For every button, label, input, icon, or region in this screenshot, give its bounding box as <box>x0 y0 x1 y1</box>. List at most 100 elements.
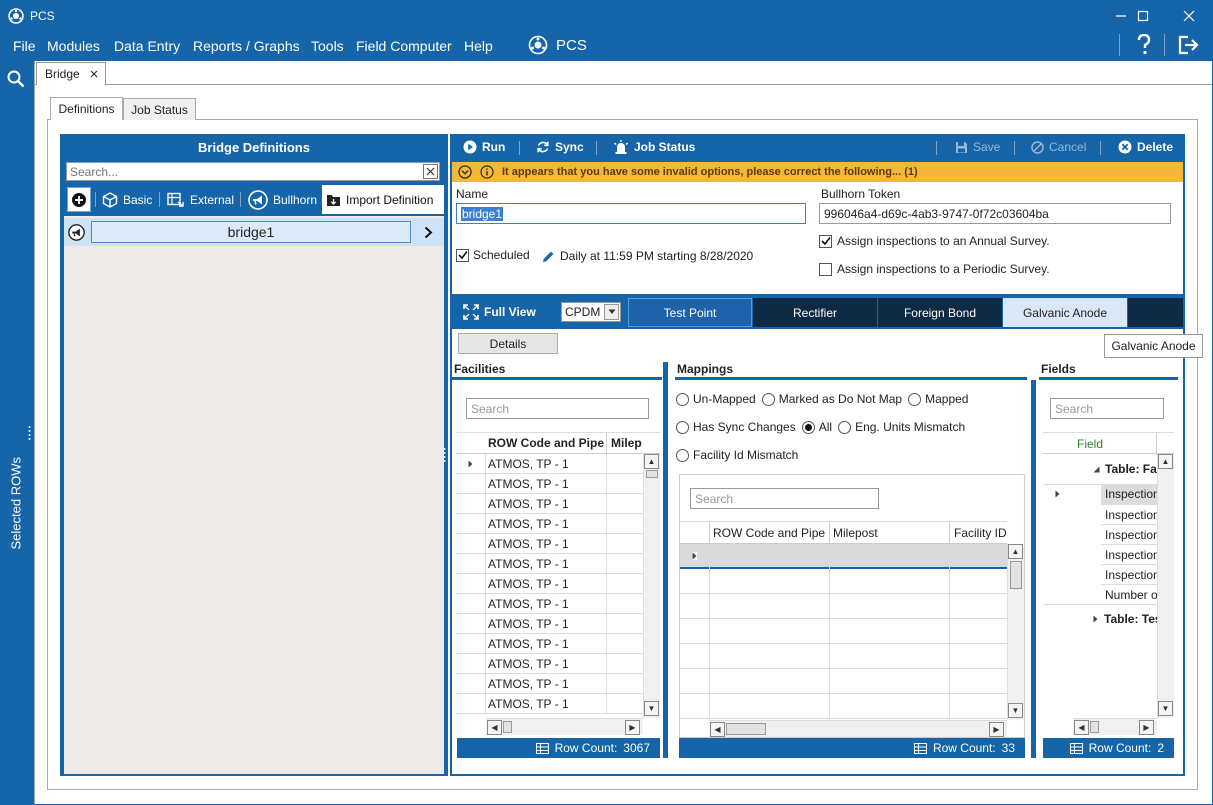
mappings-horizontal-scrollbar[interactable]: ◀ ▶ <box>709 720 1007 737</box>
doc-tab-bridge[interactable]: Bridge <box>36 62 106 85</box>
tab-galvanic-anode[interactable]: Galvanic Anode <box>1003 298 1127 327</box>
add-definition-button[interactable] <box>67 187 91 212</box>
open-definition-button[interactable] <box>424 226 433 239</box>
row-selector[interactable] <box>456 514 486 534</box>
row-selector[interactable] <box>456 534 486 554</box>
filter-eng-units-mismatch[interactable]: Eng. Units Mismatch <box>838 420 965 434</box>
field-item[interactable]: Number o <box>1101 584 1157 604</box>
doc-tab-close-button[interactable] <box>90 70 98 78</box>
row-selector[interactable] <box>456 594 486 614</box>
row-selector[interactable] <box>456 634 486 654</box>
field-item[interactable]: Inspection <box>1101 524 1157 544</box>
field-group[interactable]: Table: Fac <box>1093 462 1157 476</box>
scroll-thumb[interactable] <box>1090 721 1099 733</box>
table-row[interactable] <box>680 644 1007 669</box>
fields-horizontal-scrollbar[interactable]: ◀ ▶ <box>1073 718 1157 735</box>
scroll-up-button[interactable]: ▲ <box>1008 544 1023 559</box>
strip-grip-handle[interactable] <box>28 424 31 444</box>
scroll-left-button[interactable]: ◀ <box>710 722 725 737</box>
selected-rows-strip[interactable]: Selected ROWs <box>0 60 32 805</box>
scroll-right-button[interactable]: ▶ <box>1139 720 1154 735</box>
table-row[interactable]: ATMOS, TP - 1 <box>456 494 643 514</box>
dropdown-toggle[interactable] <box>604 304 619 320</box>
table-row[interactable]: ATMOS, TP - 1 <box>456 474 643 494</box>
field-group[interactable]: Table: Tes <box>1093 612 1157 626</box>
schedule-edit-link[interactable]: Daily at 11:59 PM starting 8/28/2020 <box>542 249 753 263</box>
row-selector[interactable] <box>456 654 486 674</box>
table-row[interactable]: ATMOS, TP - 1 <box>456 534 643 554</box>
menu-help[interactable]: Help <box>464 38 493 54</box>
tab-definitions[interactable]: Definitions <box>50 97 123 120</box>
mappings-fields-splitter[interactable] <box>1031 380 1036 758</box>
menu-modules[interactable]: Modules <box>47 38 100 54</box>
scheduled-check-box[interactable] <box>456 248 469 262</box>
sync-button[interactable]: Sync <box>536 140 584 154</box>
filter-all[interactable]: All <box>801 420 832 434</box>
field-item[interactable]: Inspection <box>1101 564 1157 584</box>
definitions-search-input[interactable] <box>67 163 417 180</box>
table-row[interactable]: ATMOS, TP - 1 <box>456 574 643 594</box>
menu-reports-graphs[interactable]: Reports / Graphs <box>193 38 300 54</box>
scroll-right-button[interactable]: ▶ <box>625 720 640 735</box>
filter-un-mapped[interactable]: Un-Mapped <box>676 392 756 406</box>
fields-search-input[interactable]: Search <box>1050 398 1164 419</box>
save-button[interactable]: Save <box>955 140 1000 154</box>
scroll-right-button[interactable]: ▶ <box>989 722 1004 737</box>
bullhorn-button[interactable]: Bullhorn <box>248 185 317 214</box>
scroll-down-button[interactable]: ▼ <box>644 701 659 716</box>
annual-survey-checkbox[interactable]: Assign inspections to an Annual Survey. <box>819 234 1050 248</box>
row-selector[interactable] <box>456 694 486 714</box>
field-item[interactable]: Inspection <box>1101 544 1157 564</box>
filter-mapped[interactable]: Mapped <box>908 392 968 406</box>
facilities-search-input[interactable]: Search <box>466 398 649 419</box>
definition-item[interactable]: bridge1 <box>64 218 444 246</box>
row-selector[interactable] <box>456 674 486 694</box>
close-window-button[interactable] <box>1166 0 1212 32</box>
table-row[interactable] <box>680 669 1007 694</box>
table-row[interactable] <box>680 594 1007 619</box>
table-row[interactable]: ATMOS, TP - 1 <box>456 674 643 694</box>
table-row[interactable]: ATMOS, TP - 1 <box>456 654 643 674</box>
row-selector[interactable] <box>456 474 486 494</box>
global-search-button[interactable] <box>7 70 25 88</box>
tab-test-point[interactable]: Test Point <box>628 298 752 327</box>
validation-warning-bar[interactable]: It appears that you have some invalid op… <box>452 162 1183 182</box>
menu-field-computer[interactable]: Field Computer <box>356 38 452 54</box>
field-item[interactable]: Inspection <box>1101 484 1157 504</box>
basic-button[interactable]: Basic <box>102 185 152 214</box>
table-row[interactable]: ATMOS, TP - 1 <box>456 554 643 574</box>
delete-button[interactable]: Delete <box>1118 140 1173 154</box>
help-button[interactable] <box>1136 34 1152 56</box>
column-header[interactable]: ROW Code and Pipe <box>713 526 825 540</box>
facilities-mappings-splitter[interactable] <box>663 362 668 758</box>
periodic-survey-checkbox[interactable]: Assign inspections to a Periodic Survey. <box>819 262 1050 276</box>
collapse-circle-icon[interactable] <box>458 165 472 179</box>
facilities-vertical-scrollbar[interactable]: ▲ ▼ <box>643 454 660 718</box>
maximize-button[interactable] <box>1120 0 1166 32</box>
column-header[interactable]: Field <box>1077 437 1103 451</box>
scroll-thumb[interactable] <box>726 723 766 735</box>
scroll-down-button[interactable]: ▼ <box>1008 703 1023 718</box>
logout-button[interactable] <box>1178 35 1200 55</box>
tab-overflow[interactable] <box>1128 298 1183 327</box>
scroll-left-button[interactable]: ◀ <box>487 720 502 735</box>
field-item[interactable]: Inspection <box>1101 504 1157 524</box>
scroll-up-button[interactable]: ▲ <box>1158 454 1173 469</box>
table-row[interactable]: ATMOS, TP - 1 <box>456 454 643 474</box>
annual-survey-check-box[interactable] <box>819 234 832 248</box>
scheduled-checkbox[interactable]: Scheduled <box>456 248 530 262</box>
cancel-button[interactable]: Cancel <box>1031 140 1086 154</box>
fields-vertical-scrollbar[interactable]: ▲ ▼ <box>1157 454 1174 718</box>
table-row[interactable]: ATMOS, TP - 1 <box>456 594 643 614</box>
full-view-button[interactable]: Full View <box>463 304 536 320</box>
run-button[interactable]: Run <box>463 140 505 154</box>
left-splitter-handle[interactable] <box>443 446 446 466</box>
bullhorn-token-field[interactable]: 996046a4-d69c-4ab3-9747-0f72c03604ba <box>819 203 1171 224</box>
table-row[interactable] <box>680 694 1007 719</box>
tab-foreign-bond[interactable]: Foreign Bond <box>878 298 1002 327</box>
filter-do-not-map[interactable]: Marked as Do Not Map <box>761 392 902 406</box>
facilities-horizontal-scrollbar[interactable]: ◀ ▶ <box>486 718 643 735</box>
scroll-thumb[interactable] <box>646 470 658 478</box>
scroll-up-button[interactable]: ▲ <box>644 454 659 469</box>
menu-tools[interactable]: Tools <box>311 38 344 54</box>
